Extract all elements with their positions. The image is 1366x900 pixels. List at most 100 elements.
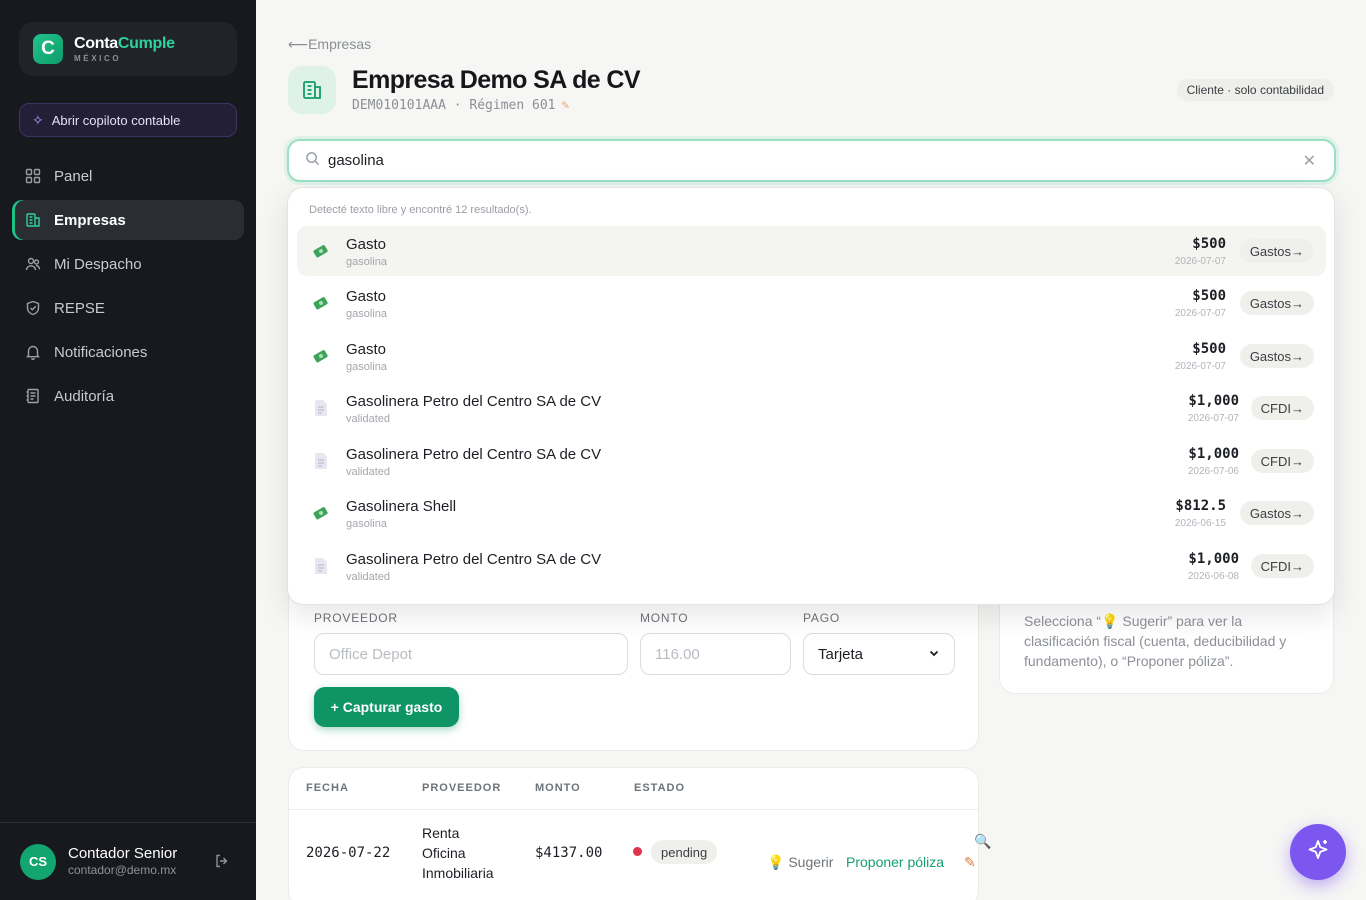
search-result-item[interactable]: Gasolinera Shell gasolina $812.5 2026-06… [297, 488, 1326, 538]
sparkle-icon [1305, 837, 1331, 868]
avatar: CS [20, 843, 56, 880]
arrow-right-icon: → [1291, 295, 1304, 311]
result-chip-label: Gastos [1249, 505, 1291, 521]
result-title: Gasolinera Shell [346, 498, 457, 515]
result-category-chip[interactable]: Gastos → [1239, 291, 1314, 315]
back-arrow-icon: ⟵ [288, 36, 309, 52]
copilot-fab-button[interactable] [1290, 824, 1346, 880]
result-title: Gasolinera Petro del Centro SA de CV [346, 393, 602, 410]
search-results-dropdown: Detecté texto libre y encontré 12 result… [287, 187, 1335, 605]
result-chip-label: CFDI [1260, 400, 1291, 416]
search-results-hint: Detecté texto libre y encontré 12 result… [309, 204, 532, 216]
money-icon [312, 504, 330, 522]
column-header-monto: MONTO [535, 782, 581, 794]
capture-expense-button[interactable]: + Capturar gasto [314, 687, 459, 727]
brand-logo-icon: C [33, 34, 63, 64]
result-subtitle: gasolina [346, 308, 387, 320]
pago-select[interactable]: Tarjeta [803, 633, 955, 675]
column-header-fecha: FECHA [306, 782, 349, 794]
result-chip-label: CFDI [1260, 453, 1291, 469]
sidebar-item-notificaciones[interactable]: Notificaciones [12, 332, 244, 372]
status-dot [633, 847, 642, 856]
close-icon[interactable]: ✕ [1303, 151, 1316, 171]
result-date: 2026-07-07 [1174, 361, 1226, 372]
proveedor-label: PROVEEDOR [314, 611, 398, 625]
document-icon [312, 557, 330, 575]
result-amount: $812.5 [1175, 498, 1226, 514]
arrow-right-icon: → [1291, 453, 1304, 469]
result-amount: $1,000 [1188, 551, 1239, 567]
brand-text: ContaCumple MÉXICO [74, 35, 175, 63]
cell-proveedor-line2: Oficina [422, 845, 466, 861]
result-title: Gasto [346, 341, 387, 358]
money-icon [312, 294, 330, 312]
shield-icon [24, 299, 42, 317]
sidebar-item-auditoria[interactable]: Auditoría [12, 376, 244, 416]
brand-subtitle: MÉXICO [74, 53, 122, 63]
edit-pencil-icon[interactable]: ✎ [562, 98, 570, 113]
sidebar-item-label: Auditoría [54, 387, 115, 405]
user-profile[interactable]: CS Contador Senior contador@demo.mx [0, 822, 256, 900]
brand[interactable]: C ContaCumple MÉXICO [19, 22, 237, 76]
search-bar[interactable]: ✕ [287, 139, 1336, 182]
search-result-item[interactable]: Gasto gasolina $500 2026-07-07 Gastos → [297, 331, 1326, 381]
search-input[interactable] [328, 152, 1228, 169]
sidebar-item-panel[interactable]: Panel [12, 156, 244, 196]
propose-policy-link[interactable]: Proponer póliza [846, 854, 944, 870]
page-title: Empresa Demo SA de CV [352, 66, 641, 94]
sidebar-item-empresas[interactable]: Empresas [12, 200, 244, 240]
open-copilot-label: Abrir copiloto contable [51, 112, 181, 128]
suggest-button[interactable]: 💡 Sugerir [767, 854, 833, 871]
table-divider [289, 809, 978, 810]
sidebar-item-repse[interactable]: REPSE [12, 288, 244, 328]
sidebar-item-label: Notificaciones [54, 343, 148, 361]
result-title: Gasto [346, 236, 387, 253]
brand-name: ContaCumple [74, 35, 175, 52]
building-icon [24, 211, 42, 229]
monto-label: MONTO [640, 611, 689, 625]
suggestion-hint-text: Selecciona “💡 Sugerir” para ver la clasi… [1024, 613, 1287, 669]
result-subtitle: gasolina [346, 518, 387, 530]
result-chip-label: Gastos [1249, 243, 1291, 259]
cell-monto: $4137.00 [535, 845, 603, 861]
result-title: Gasto [346, 288, 387, 305]
status-badge: pending [651, 840, 718, 864]
result-date: 2026-06-08 [1187, 571, 1239, 582]
result-category-chip[interactable]: CFDI → [1250, 554, 1314, 578]
edit-pencil-icon[interactable]: ✎ [964, 854, 976, 871]
sidebar: C ContaCumple MÉXICO ✧ Abrir copiloto co… [0, 0, 256, 900]
search-result-item[interactable]: Gasto gasolina $500 2026-07-07 Gastos → [297, 226, 1326, 276]
cell-fecha: 2026-07-22 [306, 845, 391, 861]
result-chip-label: Gastos [1249, 348, 1291, 364]
users-icon [24, 255, 42, 273]
money-icon [312, 347, 330, 365]
result-date: 2026-06-15 [1174, 518, 1226, 529]
role-badge: Cliente · solo contabilidad [1176, 79, 1334, 101]
search-result-item[interactable]: Gasolinera Petro del Centro SA de CV val… [297, 436, 1326, 486]
result-category-chip[interactable]: Gastos → [1239, 239, 1314, 263]
result-category-chip[interactable]: CFDI → [1250, 396, 1314, 420]
arrow-right-icon: → [1291, 348, 1304, 364]
magnifier-icon[interactable]: 🔍 [974, 833, 991, 850]
search-result-item[interactable]: Gasto gasolina $500 2026-07-07 Gastos → [297, 278, 1326, 328]
sidebar-item-mi-despacho[interactable]: Mi Despacho [12, 244, 244, 284]
result-category-chip[interactable]: Gastos → [1239, 501, 1314, 525]
cell-proveedor-line1: Renta [422, 825, 460, 841]
bell-icon [24, 343, 42, 361]
result-category-chip[interactable]: CFDI → [1250, 449, 1314, 473]
sidebar-nav: Panel Empresas Mi Despacho REPSE Notific… [12, 156, 244, 420]
logout-icon[interactable] [214, 853, 230, 874]
search-result-item[interactable]: Gasolinera Petro del Centro SA de CV val… [297, 541, 1326, 591]
column-header-proveedor: PROVEEDOR [422, 782, 502, 794]
cell-proveedor-line3: Inmobiliaria [422, 865, 494, 881]
back-link[interactable]: ⟵Empresas [288, 36, 371, 53]
search-result-item[interactable]: Gasolinera Petro del Centro SA de CV val… [297, 383, 1326, 433]
open-copilot-button[interactable]: ✧ Abrir copiloto contable [19, 103, 237, 137]
result-subtitle: gasolina [346, 361, 387, 373]
pago-label: PAGO [803, 611, 840, 625]
result-subtitle: validated [346, 466, 391, 478]
proveedor-field[interactable]: Office Depot [314, 633, 628, 675]
monto-field[interactable]: 116.00 [640, 633, 791, 675]
result-amount: $1,000 [1188, 393, 1239, 409]
result-category-chip[interactable]: Gastos → [1239, 344, 1314, 368]
